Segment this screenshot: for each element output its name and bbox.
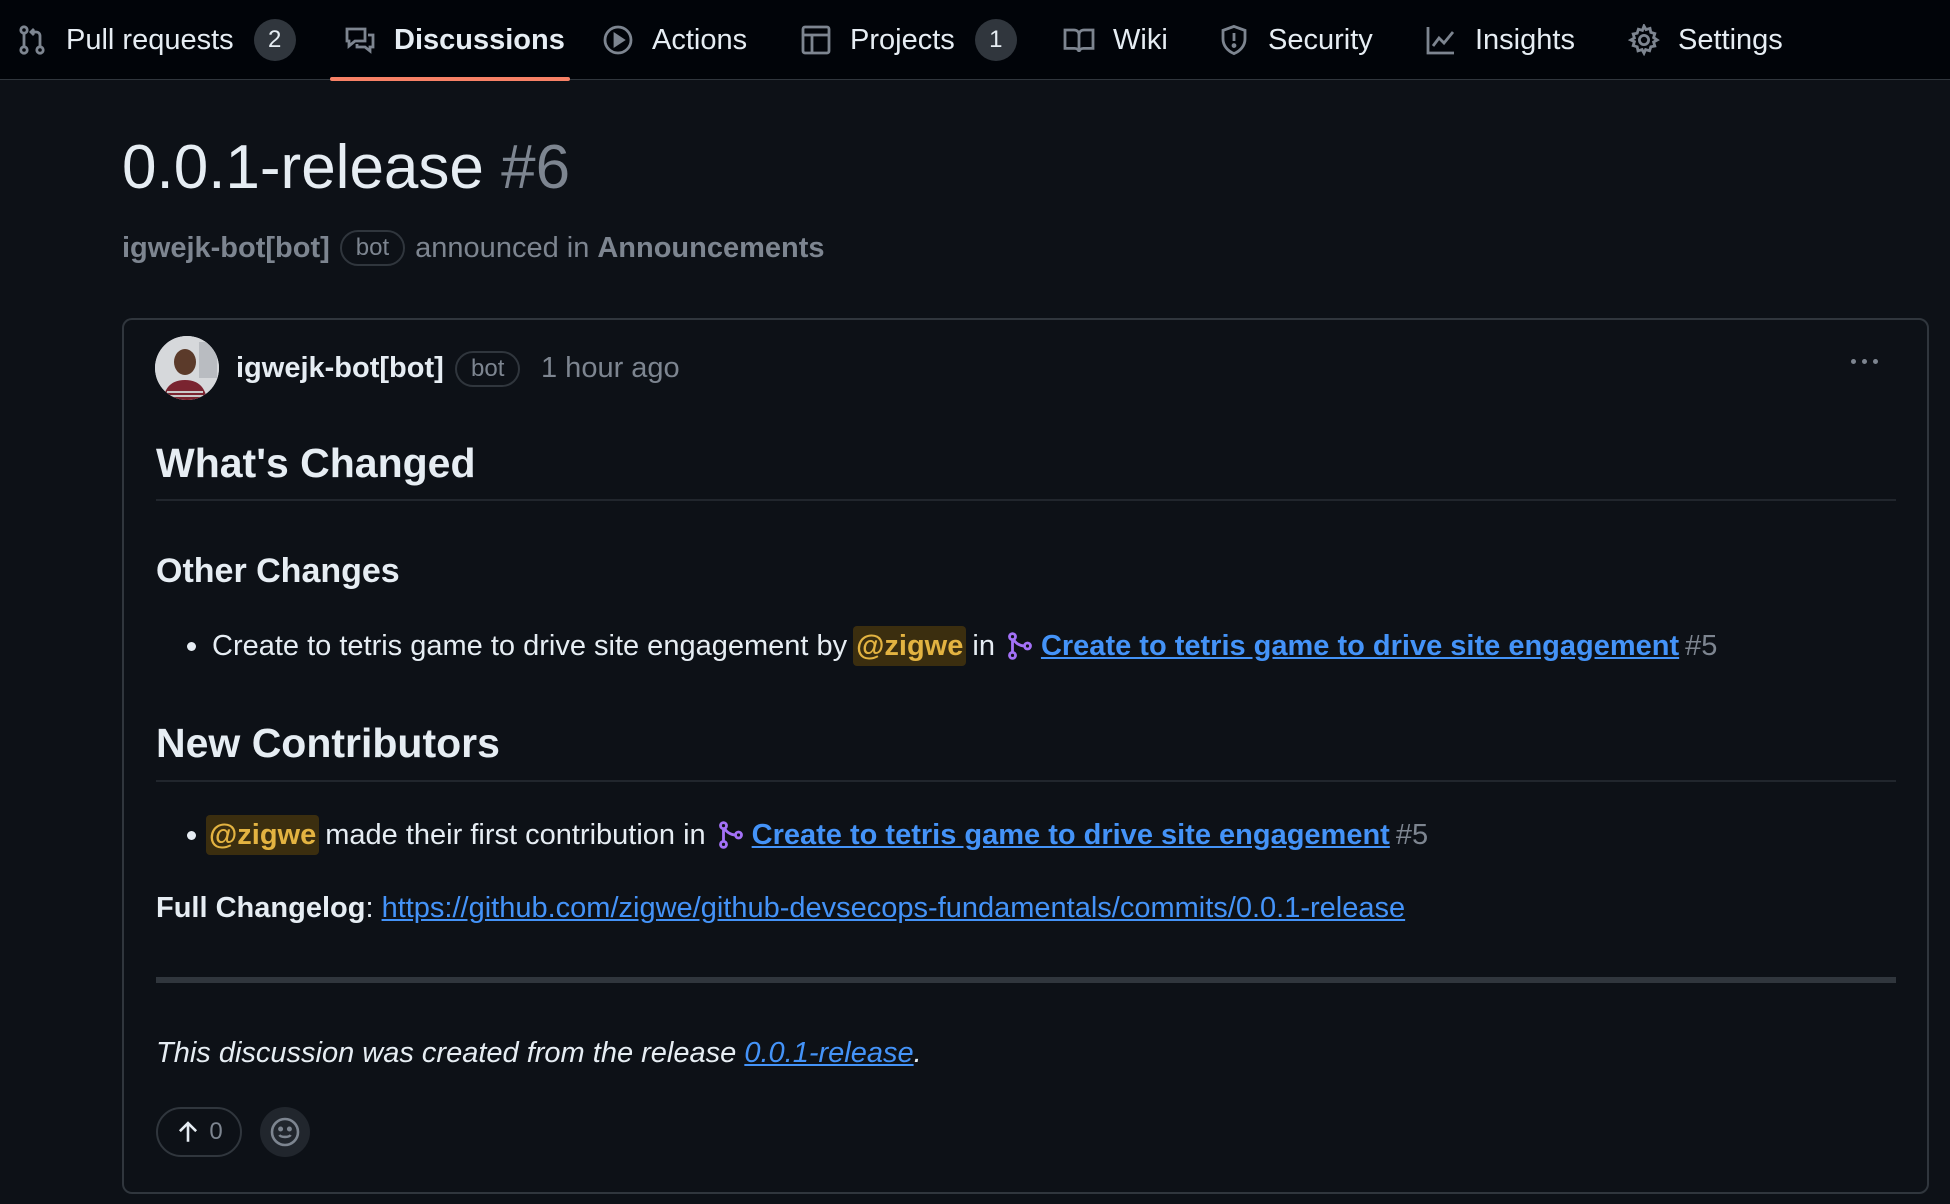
tab-security[interactable]: Security	[1218, 0, 1373, 80]
list-item: @zigwe made their first contribution in …	[206, 815, 1428, 855]
list-bullet	[187, 642, 196, 651]
pull-requests-count: 2	[253, 19, 296, 61]
change-text: Create to tetris game to drive site enga…	[212, 630, 848, 662]
comment-author-link[interactable]: igwejk-bot[bot]	[236, 348, 444, 388]
gear-icon	[1628, 24, 1660, 56]
avatar-image	[155, 336, 219, 400]
play-icon	[603, 25, 633, 55]
pull-request-number[interactable]: #5	[1396, 815, 1428, 855]
upvote-count: 0	[209, 1118, 223, 1145]
tab-projects[interactable]: Projects 1	[800, 0, 1017, 80]
tab-pull-requests[interactable]: Pull requests 2	[16, 0, 296, 80]
tab-label: Discussions	[394, 23, 565, 56]
tab-insights[interactable]: Insights	[1425, 0, 1575, 80]
category-link[interactable]: Announcements	[597, 232, 824, 265]
discussion-number: #6	[501, 133, 571, 202]
in-text: in	[972, 630, 995, 662]
selected-tab-indicator	[330, 77, 570, 81]
tab-label: Projects	[850, 23, 955, 56]
add-reaction-button[interactable]	[260, 1107, 310, 1157]
tab-wiki[interactable]: Wiki	[1063, 0, 1168, 80]
heading-divider	[156, 499, 1896, 501]
contribution-text: made their first contribution in	[325, 819, 706, 851]
tab-label: Wiki	[1113, 23, 1168, 56]
heading-other-changes: Other Changes	[156, 552, 400, 590]
tab-settings[interactable]: Settings	[1628, 0, 1783, 80]
changelog-label: Full Changelog	[156, 892, 366, 924]
tab-label: Actions	[652, 23, 748, 56]
graph-icon	[1426, 27, 1455, 55]
tab-label: Pull requests	[66, 23, 234, 56]
tab-label: Settings	[1678, 23, 1783, 56]
horizontal-rule	[156, 977, 1896, 983]
git-pull-request-icon	[19, 25, 45, 55]
release-note-text: This discussion was created from the rel…	[156, 1037, 737, 1069]
comment-bot-badge: bot	[455, 351, 521, 387]
avatar[interactable]	[155, 336, 219, 400]
heading-divider	[156, 780, 1896, 782]
tab-label: Security	[1268, 23, 1373, 56]
tab-actions[interactable]: Actions	[602, 0, 747, 80]
shield-icon	[1221, 24, 1247, 56]
release-note-period: .	[913, 1037, 922, 1069]
upvote-button[interactable]: 0	[156, 1107, 242, 1157]
discussion-author-link[interactable]: igwejk-bot[bot]	[122, 232, 330, 265]
user-mention[interactable]: @zigwe	[853, 626, 967, 666]
book-icon	[1063, 28, 1095, 53]
tab-discussions[interactable]: Discussions	[344, 0, 565, 80]
pull-request-link[interactable]: Create to tetris game to drive site enga…	[752, 815, 1390, 855]
projects-count: 1	[974, 19, 1017, 61]
arrow-up-icon	[179, 1121, 198, 1142]
announced-text: announced in	[415, 231, 590, 264]
pull-request-link[interactable]: Create to tetris game to drive site enga…	[1041, 626, 1679, 666]
comment-discussion-icon	[345, 27, 375, 54]
smiley-icon	[270, 1117, 300, 1147]
changelog-colon: :	[365, 892, 382, 924]
discussion-title-text: 0.0.1-release	[122, 133, 484, 202]
bot-badge: bot	[339, 230, 406, 266]
user-mention[interactable]: @zigwe	[206, 815, 320, 855]
heading-new-contributors: New Contributors	[156, 720, 500, 766]
git-merge-icon	[718, 821, 743, 849]
pull-request-number[interactable]: #5	[1685, 626, 1717, 666]
full-changelog: Full Changelog: https://github.com/zigwe…	[156, 888, 1405, 928]
list-bullet	[187, 831, 196, 840]
discussion-title: 0.0.1-release #6	[122, 128, 570, 208]
comment-timestamp[interactable]: 1 hour ago	[541, 348, 680, 388]
discussion-meta: igwejk-bot[bot] bot announced in Announc…	[122, 228, 825, 268]
release-link[interactable]: 0.0.1-release	[744, 1037, 913, 1069]
repo-nav: Pull requests 2 Discussions Actions Proj…	[0, 0, 1950, 81]
changelog-link[interactable]: https://github.com/zigwe/github-devsecop…	[382, 892, 1406, 924]
kebab-horizontal-icon[interactable]	[1842, 346, 1886, 376]
list-item: Create to tetris game to drive site enga…	[212, 626, 1717, 666]
tab-label: Insights	[1475, 23, 1575, 56]
heading-whats-changed: What's Changed	[156, 440, 476, 486]
table-icon	[801, 25, 831, 55]
release-note: This discussion was created from the rel…	[156, 1033, 922, 1073]
git-merge-icon	[1008, 632, 1032, 660]
